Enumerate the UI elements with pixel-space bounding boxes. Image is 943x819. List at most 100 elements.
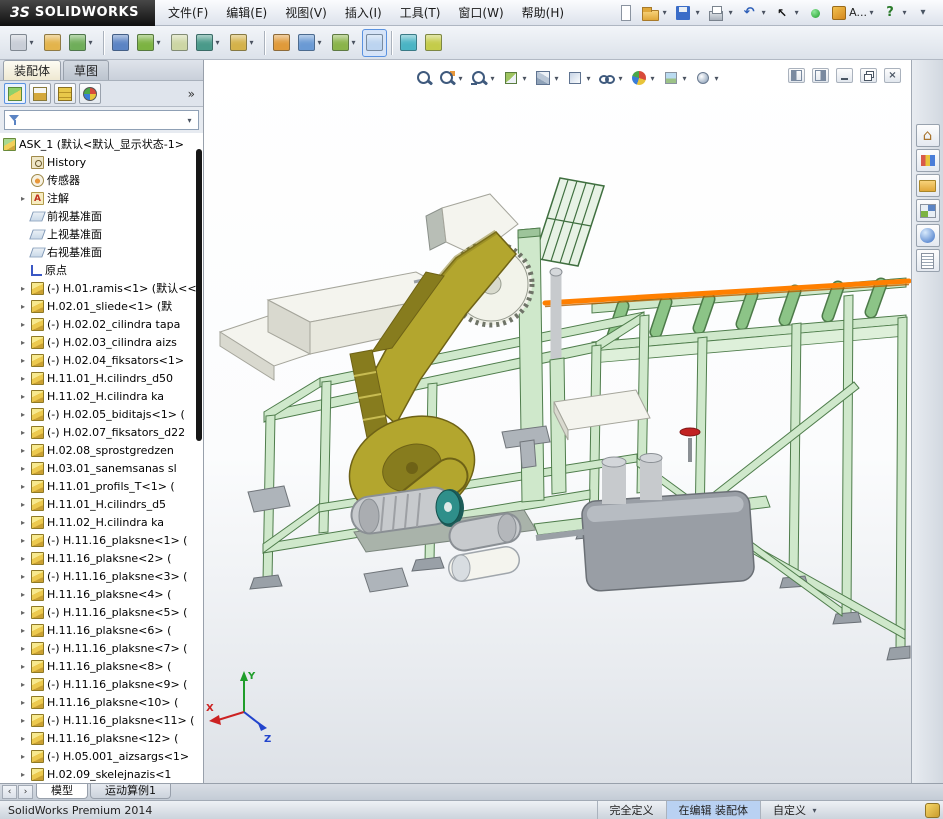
cmd-exploded-view[interactable]	[328, 29, 362, 57]
panel-tab-displaymanager[interactable]	[79, 83, 101, 104]
expand-arrow-icon[interactable]	[18, 590, 28, 599]
tree-item[interactable]: H.11.01_profils_T<1> (	[0, 477, 203, 495]
chevron-down-icon[interactable]	[552, 74, 561, 83]
chevron-down-icon[interactable]	[660, 8, 669, 17]
chevron-down-icon[interactable]	[792, 8, 801, 17]
taskpane-appearances-scenes[interactable]	[915, 224, 940, 247]
qat-open[interactable]	[639, 2, 671, 24]
tree-item[interactable]: (-) H.11.16_plaksne<11> (	[0, 711, 203, 729]
tree-item[interactable]: 右视基准面	[0, 243, 203, 261]
chevron-down-icon[interactable]	[456, 74, 465, 83]
expand-arrow-icon[interactable]	[18, 518, 28, 527]
chevron-down-icon[interactable]	[759, 8, 768, 17]
expand-arrow-icon[interactable]	[18, 500, 28, 509]
hud-view-settings[interactable]	[693, 68, 722, 88]
chevron-down-icon[interactable]	[726, 8, 735, 17]
cmd-insert-components[interactable]	[6, 29, 40, 57]
tree-item[interactable]: (-) H.11.16_plaksne<3> (	[0, 567, 203, 585]
tree-item[interactable]: (-) H.11.16_plaksne<7> (	[0, 639, 203, 657]
win-dock-left[interactable]	[788, 68, 805, 83]
chevron-down-icon[interactable]	[349, 38, 358, 47]
tree-item[interactable]: H.11.02_H.cilindra ka	[0, 387, 203, 405]
cmd-instant3d[interactable]	[362, 28, 387, 57]
cmd-smart-fasteners[interactable]	[108, 29, 133, 57]
tree-scrollbar-thumb[interactable]	[196, 149, 202, 441]
status-cell[interactable]: 自定义	[760, 801, 831, 819]
taskpane-solidworks-resources[interactable]	[915, 124, 940, 147]
expand-arrow-icon[interactable]	[18, 338, 28, 347]
chevron-down-icon[interactable]	[185, 116, 194, 125]
tree-item[interactable]: H.11.01_H.cilindrs_d5	[0, 495, 203, 513]
chevron-down-icon[interactable]	[900, 8, 909, 17]
tree-item[interactable]: History	[0, 153, 203, 171]
tree-item[interactable]: H.11.16_plaksne<8> (	[0, 657, 203, 675]
chevron-down-icon[interactable]	[616, 74, 625, 83]
tabnav-scroll-first[interactable]: ‹	[2, 785, 17, 799]
qat-help[interactable]: ?	[879, 2, 911, 24]
cmd-take-snapshot[interactable]	[396, 29, 421, 57]
expand-arrow-icon[interactable]	[18, 770, 28, 779]
qat-undo[interactable]: ↶	[738, 2, 770, 24]
expand-arrow-icon[interactable]	[18, 698, 28, 707]
expand-arrow-icon[interactable]	[18, 482, 28, 491]
win-restore[interactable]	[860, 68, 877, 83]
taskpane-custom-properties[interactable]	[915, 249, 940, 272]
panel-tab-configurationmanager[interactable]	[54, 83, 76, 104]
menu-item[interactable]: 插入(I)	[336, 0, 391, 26]
model-motor-unit[interactable]	[350, 486, 537, 553]
expand-arrow-icon[interactable]	[18, 662, 28, 671]
tree-item[interactable]: H.11.02_H.cilindra ka	[0, 513, 203, 531]
document-tab[interactable]: 模型	[36, 784, 88, 799]
menu-item[interactable]: 编辑(E)	[217, 0, 276, 26]
tree-item[interactable]: (-) H.02.03_cilindra aizs	[0, 333, 203, 351]
tree-item[interactable]: (-) H.05.001_aizsargs<1>	[0, 747, 203, 765]
tree-item[interactable]: (-) H.02.07_fiksators_d22	[0, 423, 203, 441]
chevron-down-icon[interactable]	[247, 38, 256, 47]
expand-arrow-icon[interactable]	[18, 392, 28, 401]
tree-item[interactable]: (-) H.02.02_cilindra tapa	[0, 315, 203, 333]
expand-arrow-icon[interactable]	[18, 356, 28, 365]
hud-edit-appearance[interactable]	[629, 68, 658, 88]
model-hydraulic-tank[interactable]	[533, 427, 771, 592]
panel-tab-featuremanager[interactable]	[4, 83, 26, 104]
hud-zoom-fit[interactable]	[414, 68, 434, 88]
status-cell[interactable]: 在编辑 装配体	[665, 801, 760, 819]
expand-arrow-icon[interactable]	[18, 446, 28, 455]
cmd-assembly-features[interactable]	[192, 29, 226, 57]
win-minimize[interactable]	[836, 68, 853, 83]
hud-apply-scene[interactable]	[661, 68, 690, 88]
expand-arrow-icon[interactable]	[18, 464, 28, 473]
menu-item[interactable]: 窗口(W)	[449, 0, 512, 26]
expand-arrow-icon[interactable]	[18, 554, 28, 563]
tree-item[interactable]: H.11.16_plaksne<10> (	[0, 693, 203, 711]
expand-arrow-icon[interactable]	[18, 716, 28, 725]
tree-item[interactable]: H.11.16_plaksne<2> (	[0, 549, 203, 567]
menu-item[interactable]: 文件(F)	[159, 0, 217, 26]
expand-arrow-icon[interactable]	[18, 734, 28, 743]
tree-item[interactable]: H.11.16_plaksne<4> (	[0, 585, 203, 603]
chevron-down-icon[interactable]	[315, 38, 324, 47]
cmd-mate[interactable]	[40, 29, 65, 57]
expand-arrow-icon[interactable]	[18, 194, 28, 203]
tree-item[interactable]: 注解	[0, 189, 203, 207]
chevron-down-icon[interactable]	[86, 38, 95, 47]
model-scene[interactable]: Y X Z	[204, 60, 911, 783]
hud-section-view[interactable]	[501, 68, 530, 88]
filter-input[interactable]	[24, 111, 181, 129]
command-tab[interactable]: 草图	[63, 60, 110, 80]
expand-arrow-icon[interactable]	[18, 428, 28, 437]
qat-new-document[interactable]	[615, 2, 638, 24]
expand-arrow-icon[interactable]	[18, 680, 28, 689]
chevron-down-icon[interactable]	[867, 8, 876, 17]
panel-tab-propertymanager[interactable]	[29, 83, 51, 104]
cmd-linear-component-pattern[interactable]	[65, 29, 99, 57]
menu-item[interactable]: 工具(T)	[391, 0, 450, 26]
qat-options[interactable]: A...	[828, 2, 878, 24]
status-cell[interactable]: 完全定义	[596, 801, 666, 819]
chevron-down-icon[interactable]	[693, 8, 702, 17]
cmd-move-component[interactable]	[133, 29, 167, 57]
qat-print[interactable]	[705, 2, 737, 24]
tree-item[interactable]: (-) H.02.05_biditajs<1> (	[0, 405, 203, 423]
tree-filter[interactable]	[4, 110, 199, 130]
taskpane-file-explorer[interactable]	[915, 174, 940, 197]
